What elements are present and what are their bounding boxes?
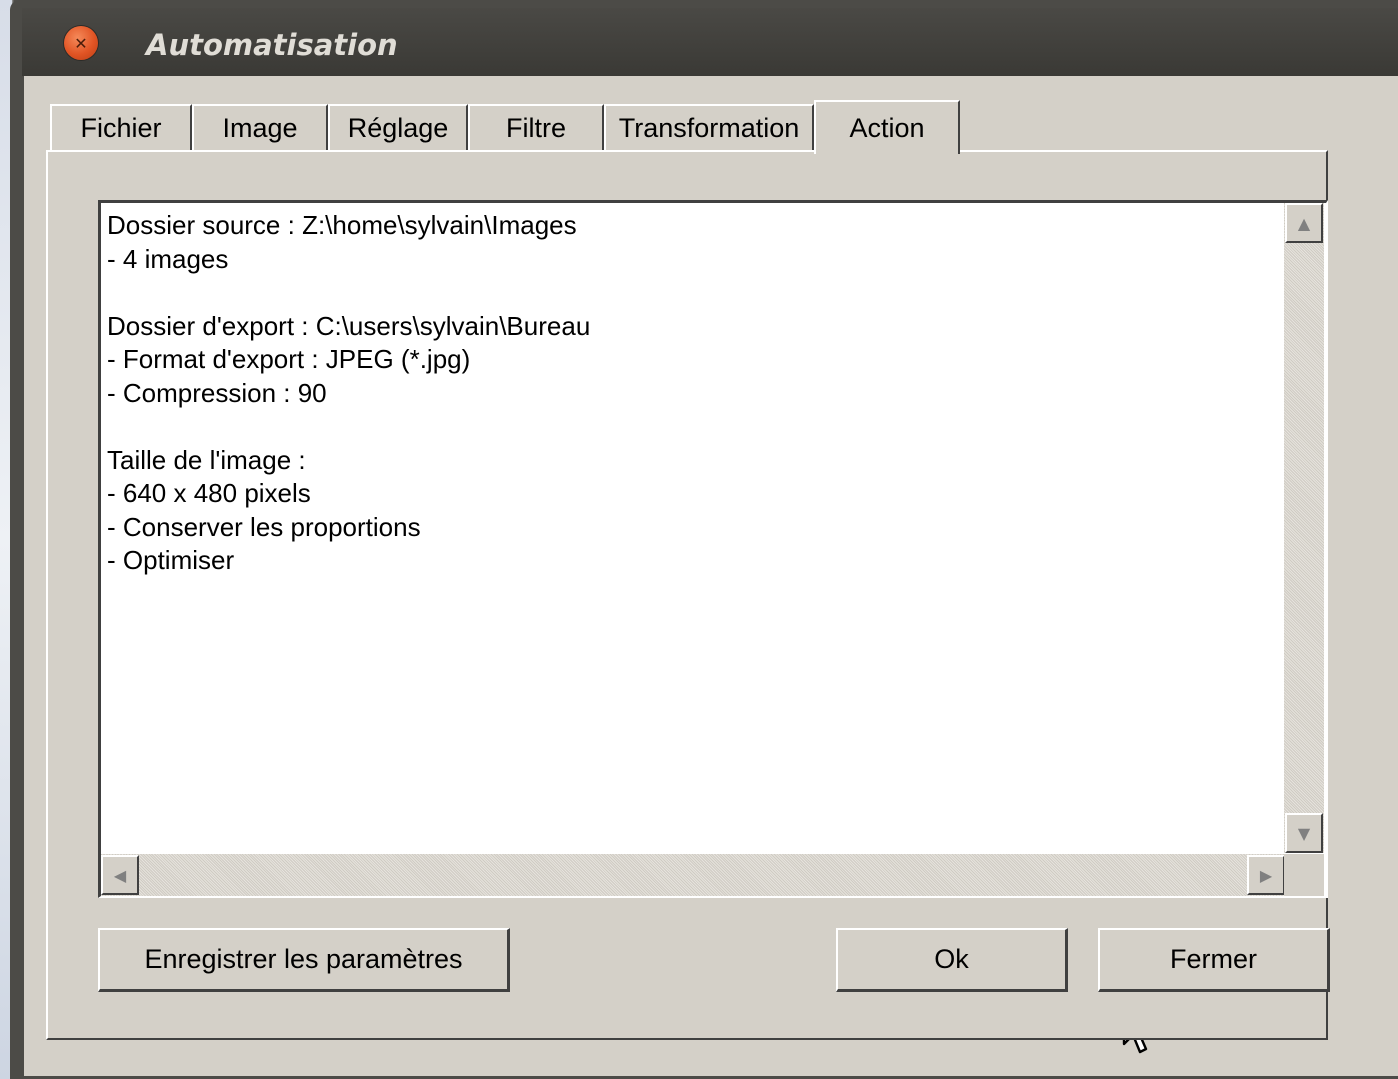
summary-line: - Conserver les proportions — [107, 511, 421, 542]
arrow-up-icon[interactable]: ▲ — [1285, 203, 1323, 243]
summary-line: - Optimiser — [107, 545, 235, 575]
summary-line — [107, 276, 590, 310]
tab-filtre[interactable]: Filtre — [468, 104, 604, 150]
summary-line — [107, 410, 590, 444]
summary-line: Dossier source : Z:\home\sylvain\Images — [107, 210, 577, 240]
summary-line: - 4 images — [107, 243, 229, 274]
tab-fichier[interactable]: Fichier — [50, 104, 192, 150]
scrollbar-corner — [1284, 854, 1324, 896]
summary-line: Dossier d'export : C:\users\sylvain\Bure… — [107, 310, 591, 341]
save-settings-button[interactable]: Enregistrer les paramètres — [98, 928, 510, 992]
window-title: Automatisation — [146, 28, 398, 62]
summary-line: - 640 x 480 pixels — [107, 478, 311, 508]
horizontal-scrollbar[interactable]: ◀ ▶ — [101, 854, 1285, 896]
action-panel: Dossier source : Z:\home\sylvain\Images -… — [46, 150, 1330, 1040]
summary-textbox[interactable]: Dossier source : Z:\home\sylvain\Images -… — [98, 200, 1328, 898]
tab-action[interactable]: Action — [814, 100, 960, 154]
close-button[interactable]: Fermer — [1098, 928, 1330, 992]
tab-reglage[interactable]: Réglage — [328, 104, 468, 150]
close-icon[interactable]: ✕ — [64, 26, 98, 60]
tab-transformation[interactable]: Transformation — [604, 104, 814, 150]
ok-button[interactable]: Ok — [836, 928, 1068, 992]
summary-line: Taille de l'image : — [107, 444, 306, 475]
arrow-down-icon[interactable]: ▼ — [1285, 813, 1323, 853]
title-bar: ✕ Automatisation — [22, 8, 1398, 76]
summary-text: Dossier source : Z:\home\sylvain\Images -… — [107, 209, 590, 578]
summary-line: - Compression : 90 — [107, 377, 327, 408]
summary-line: - Format d'export : JPEG (*.jpg) — [107, 344, 471, 374]
arrow-right-icon[interactable]: ▶ — [1247, 855, 1285, 895]
vertical-scrollbar[interactable]: ▲ ▼ — [1284, 203, 1324, 853]
arrow-left-icon[interactable]: ◀ — [101, 855, 139, 895]
dialog-client-area: Fichier Image Réglage Filtre Transformat… — [24, 76, 1398, 1076]
tab-image[interactable]: Image — [192, 104, 328, 150]
